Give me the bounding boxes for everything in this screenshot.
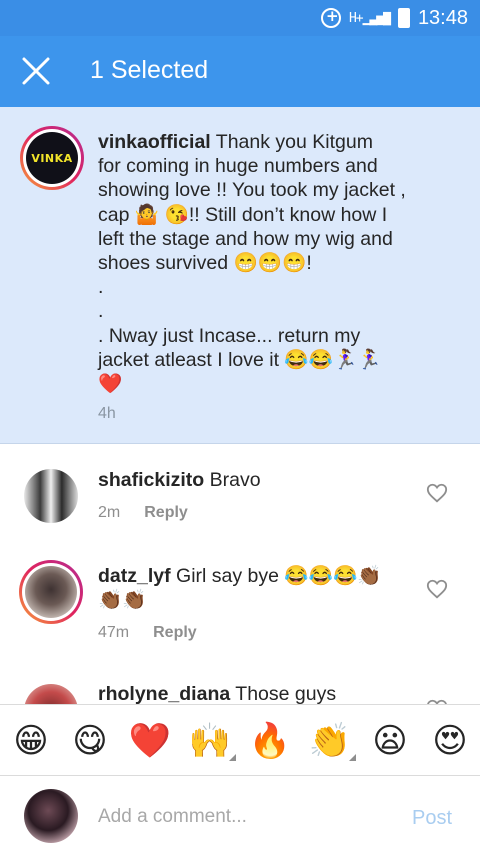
emoji-grin-button[interactable]: 😁: [9, 719, 53, 763]
like-heart-icon[interactable]: [426, 482, 448, 504]
caption-line: .: [98, 300, 104, 323]
post-avatar[interactable]: VINKA: [20, 126, 84, 190]
emoji-yum-button[interactable]: 😋: [68, 719, 112, 763]
comment-avatar[interactable]: [19, 560, 83, 624]
post-comment-button[interactable]: Post: [412, 807, 452, 830]
caption-line: shoes survived 😁😁😁!: [98, 252, 312, 275]
caption-line: . Nway just Incase... return my: [98, 324, 361, 347]
reply-button[interactable]: Reply: [144, 504, 188, 521]
avatar-image: [25, 566, 77, 618]
comment-text: datz_lyf Girl say bye 😂😂😂👏🏾 👏🏾👏🏾: [98, 565, 382, 612]
comment-meta: 2m Reply: [98, 504, 188, 522]
comment-item[interactable]: datz_lyf Girl say bye 😂😂😂👏🏾 👏🏾👏🏾 47m Reply: [0, 548, 480, 672]
current-user-avatar: [24, 789, 78, 843]
comment-meta: 47m Reply: [98, 624, 197, 642]
avatar-logo-text: VINKA: [31, 151, 73, 165]
quick-emoji-bar: 😁 😋 ❤️ 🙌 🔥 👏 😦 😍: [0, 704, 480, 776]
data-saver-icon: [320, 7, 341, 28]
avatar-image: VINKA: [26, 132, 78, 184]
emoji-clap-button[interactable]: 👏: [308, 719, 356, 763]
emoji-heart-button[interactable]: ❤️: [128, 719, 172, 763]
network-type: H+: [348, 10, 364, 26]
comment-timestamp: 47m: [98, 624, 130, 641]
close-button[interactable]: [14, 49, 58, 93]
reply-button[interactable]: Reply: [153, 624, 197, 641]
comment-composer: Post: [0, 777, 480, 854]
caption-line: for coming in huge numbers and: [98, 155, 378, 178]
like-heart-icon[interactable]: [426, 578, 448, 600]
post-timestamp: 4h: [98, 405, 116, 422]
status-icons: H+▁▃▅▇ 13:48: [320, 0, 468, 36]
comment-input[interactable]: [98, 801, 398, 833]
emoji-frown-button[interactable]: 😦: [368, 719, 412, 763]
caption-line: vinkaofficial Thank you Kitgum: [98, 131, 373, 153]
comment-avatar[interactable]: [24, 684, 78, 704]
caption-line: cap 🤷 😘!! Still don’t know how I: [98, 203, 388, 226]
status-bar: H+▁▃▅▇ 13:48: [0, 0, 480, 36]
comment-username[interactable]: datz_lyf: [98, 565, 171, 587]
emoji-fire-button[interactable]: 🔥: [248, 719, 292, 763]
comment-username[interactable]: rholyne_diana: [98, 683, 230, 704]
caption-line: .: [98, 276, 104, 299]
caption-line: jacket atleast I love it 😂😂🏃‍♀️🏃‍♀️: [98, 348, 382, 371]
comment-item[interactable]: shafickizito Bravo 2m Reply: [0, 444, 480, 548]
signal-icon: H+▁▃▅▇: [348, 10, 391, 26]
emoji-raised-hands-button[interactable]: 🙌: [188, 719, 236, 763]
caption-line: ❤️: [98, 373, 123, 396]
close-icon: [22, 57, 50, 85]
caption-line: showing love !! You took my jacket ,: [98, 179, 406, 202]
emoji-heart-eyes-button[interactable]: 😍: [428, 719, 472, 763]
comment-avatar[interactable]: [24, 469, 78, 523]
comment-timestamp: 2m: [98, 504, 121, 521]
comment-text: rholyne_diana Those guys: [98, 683, 337, 704]
selection-toolbar: 1 Selected: [0, 36, 480, 107]
battery-icon: [397, 8, 410, 28]
clock: 13:48: [417, 6, 468, 29]
caption-line: left the stage and how my wig and: [98, 227, 393, 250]
selected-count-title: 1 Selected: [90, 56, 209, 84]
comment-item[interactable]: rholyne_diana Those guys: [0, 672, 480, 704]
post-username[interactable]: vinkaofficial: [98, 131, 211, 153]
selected-post-caption[interactable]: VINKA vinkaofficial Thank you Kitgum for…: [0, 107, 480, 444]
comment-text: shafickizito Bravo: [98, 469, 261, 491]
post-caption-text: vinkaofficial Thank you Kitgum for comin…: [98, 130, 438, 396]
comment-username[interactable]: shafickizito: [98, 469, 204, 491]
